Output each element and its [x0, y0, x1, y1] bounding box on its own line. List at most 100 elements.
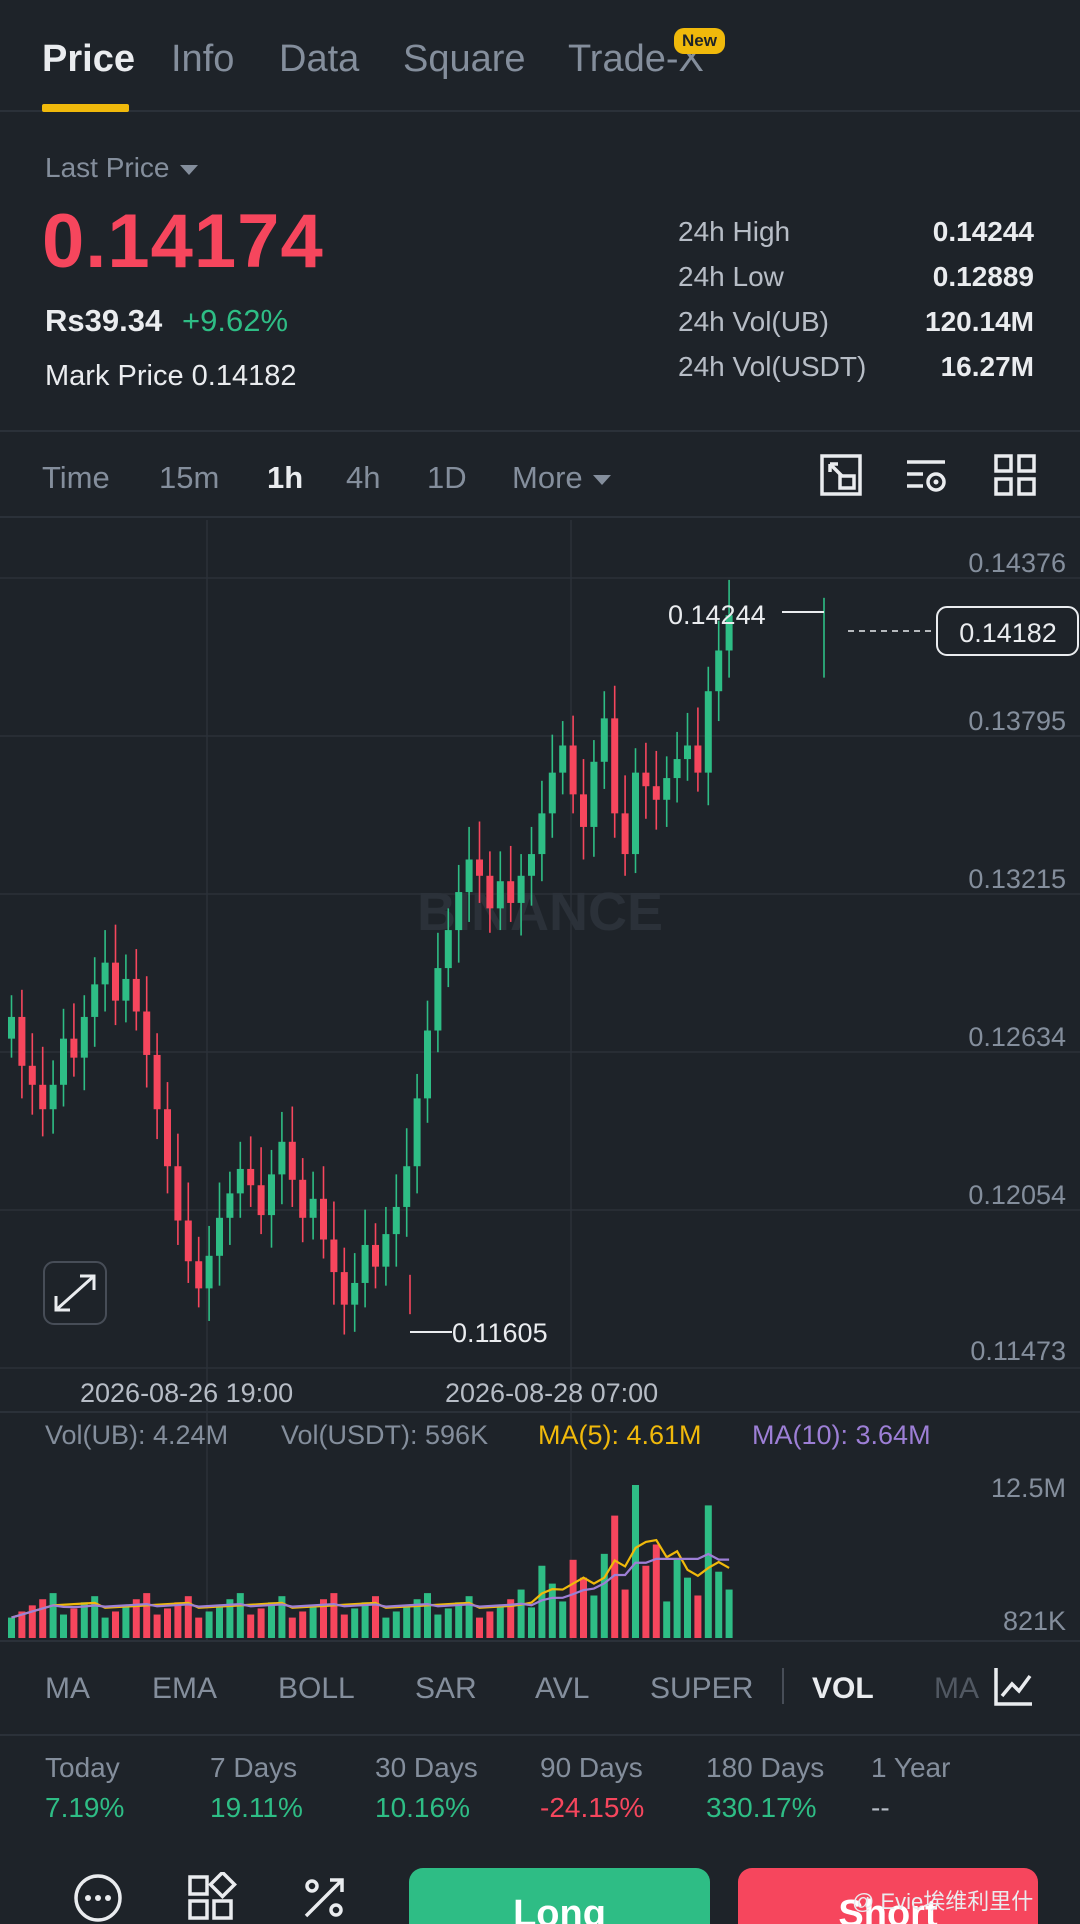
candle-body [268, 1174, 275, 1216]
stat-label-low: 24h Low [678, 261, 784, 292]
settings-list-icon[interactable] [904, 452, 950, 498]
indicator-sar[interactable]: SAR [415, 1672, 477, 1706]
candle-body [611, 718, 619, 814]
tab-data[interactable]: Data [279, 38, 359, 81]
indicator-ma[interactable]: MA [45, 1672, 90, 1706]
candle-body [569, 745, 577, 795]
tab-info[interactable]: Info [171, 38, 234, 81]
timeframe-15m[interactable]: 15m [159, 460, 219, 496]
volume-bar [663, 1601, 671, 1638]
indicator-ma-secondary[interactable]: MA [934, 1672, 979, 1706]
candle-body [652, 786, 660, 800]
volume-bar [309, 1605, 317, 1638]
candle-body [704, 691, 712, 773]
volume-bar [517, 1589, 525, 1638]
tab-square[interactable]: Square [403, 38, 526, 81]
candle-body [392, 1206, 400, 1235]
trade-tool-icon[interactable] [298, 1872, 350, 1924]
indicator-avl[interactable]: AVL [535, 1672, 589, 1706]
stat-value-high: 0.14244 [932, 216, 1034, 247]
timeframe-1d[interactable]: 1D [427, 460, 467, 496]
volume-bar [60, 1614, 67, 1638]
indicator-ema[interactable]: EMA [152, 1672, 217, 1706]
stat-value-low: 0.12889 [932, 261, 1034, 292]
grid-icon[interactable] [992, 452, 1038, 498]
price-axis-label: 0.11473 [970, 1336, 1066, 1366]
volume-series [8, 1485, 733, 1638]
ma10-legend: MA(10): 3.64M [752, 1420, 931, 1450]
stat-label-vol-usdt: 24h Vol(USDT) [678, 351, 867, 382]
perf-label-90d: 90 Days [540, 1752, 643, 1783]
indicator-vol[interactable]: VOL [812, 1672, 874, 1706]
candle-body [444, 930, 452, 969]
volume-bar [8, 1617, 15, 1638]
volume-bar [70, 1608, 78, 1638]
mark-price-value: 0.14182 [191, 360, 297, 392]
candle-body [28, 1065, 36, 1085]
candle-body [351, 1282, 359, 1305]
candle-body [122, 978, 130, 1001]
mark-price-label: Mark Price [45, 360, 184, 392]
candle-body [8, 1016, 15, 1039]
candle-body [60, 1038, 67, 1085]
candle-body [91, 984, 99, 1017]
candle-body [590, 761, 598, 827]
candle-body [600, 718, 608, 762]
volume-bar [559, 1601, 567, 1638]
candle-body [247, 1168, 255, 1186]
timeframe-1h[interactable]: 1h [267, 460, 303, 496]
timeframe-4h[interactable]: 4h [346, 460, 380, 496]
last-price-selector[interactable]: Last Price [45, 152, 198, 184]
volume-bar [205, 1611, 213, 1638]
tab-price[interactable]: Price [42, 38, 135, 81]
volume-bar [112, 1611, 119, 1638]
timeframe-time[interactable]: Time [42, 460, 110, 496]
volume-bar [247, 1614, 255, 1638]
candle-body [507, 881, 515, 903]
volume-bar [361, 1602, 369, 1638]
volume-bar [382, 1617, 390, 1638]
timeframe-bar: Time 15m 1h 4h 1D More [0, 430, 1080, 518]
candle-body [496, 881, 504, 909]
volume-bar [257, 1608, 265, 1638]
volume-bar [496, 1605, 504, 1638]
candle-body [143, 1011, 151, 1055]
long-button[interactable]: Long [409, 1868, 710, 1924]
time-label-1: 2026-08-26 19:00 [80, 1378, 293, 1408]
candle-body [580, 794, 587, 827]
volume-bar [455, 1602, 463, 1638]
candle-body [309, 1198, 317, 1218]
indicator-super[interactable]: SUPER [650, 1672, 753, 1706]
candle-body [632, 772, 639, 855]
price-chart[interactable]: BINANCE 0.14376 0.13795 0.13215 0.12634 0.12… [0, 520, 1080, 1640]
more-options-icon[interactable] [72, 1872, 124, 1924]
volume-bar [600, 1553, 608, 1638]
candle-body [403, 1166, 411, 1207]
candle-body [486, 875, 494, 909]
caret-down-icon [179, 164, 198, 175]
more-label: More [512, 460, 583, 495]
candle-body [195, 1261, 203, 1289]
perf-label-180d: 180 Days [706, 1752, 825, 1783]
indicator-divider [782, 1668, 784, 1704]
indicator-chart-icon[interactable] [992, 1664, 1036, 1708]
crop-icon[interactable] [818, 452, 864, 498]
volume-bar [288, 1617, 296, 1638]
volume-bar [174, 1602, 182, 1638]
perf-label-7d: 7 Days [210, 1752, 298, 1783]
price-axis-label: 0.13215 [968, 864, 1066, 894]
volume-bar [330, 1593, 338, 1638]
stat-label-high: 24h High [678, 216, 791, 247]
candle-body [548, 772, 556, 814]
volume-bar [299, 1611, 307, 1638]
apps-icon[interactable] [185, 1872, 237, 1924]
volume-bar [236, 1593, 244, 1638]
volume-bar [153, 1614, 161, 1638]
volume-axis-bottom: 821K [1003, 1606, 1066, 1636]
current-price-value: 0.14182 [959, 618, 1057, 648]
expand-icon [54, 1274, 96, 1312]
indicator-boll[interactable]: BOLL [278, 1672, 355, 1706]
candle-body [132, 978, 140, 1012]
time-label-2: 2026-08-28 07:00 [445, 1378, 658, 1408]
timeframe-more[interactable]: More [512, 460, 611, 496]
